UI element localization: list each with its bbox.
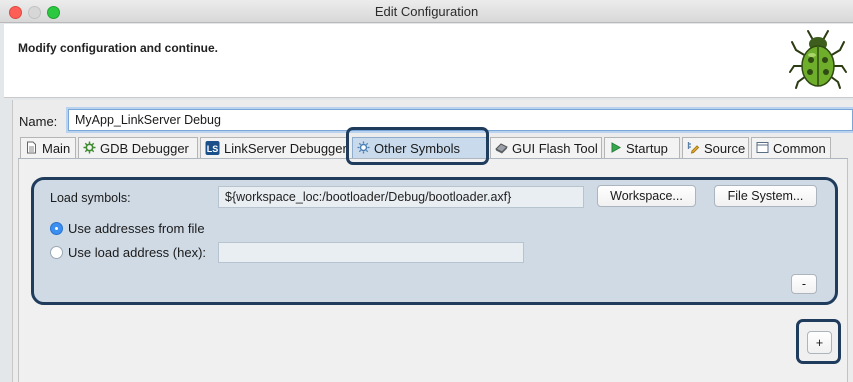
radio-use-addresses-from-file[interactable]: Use addresses from file: [50, 221, 205, 236]
document-icon: [27, 141, 36, 154]
file-system-button[interactable]: File System...: [714, 185, 817, 207]
symbol-path-input[interactable]: ${workspace_loc:/bootloader/Debug/bootlo…: [218, 186, 584, 208]
radio-label: Use load address (hex):: [68, 245, 207, 260]
tab-label: GUI Flash Tool: [512, 141, 598, 156]
bug-gear-icon: [83, 141, 96, 154]
dialog-header: [4, 24, 853, 98]
ls-badge-icon: LS: [205, 141, 220, 155]
tab-source[interactable]: Source: [682, 137, 749, 159]
tab-label: LinkServer Debugger: [224, 141, 347, 156]
radio-unselected-indicator[interactable]: [50, 246, 63, 259]
tab-linkserver-debugger[interactable]: LS LinkServer Debugger: [200, 137, 347, 159]
radio-selected-indicator[interactable]: [50, 222, 63, 235]
load-address-input[interactable]: [218, 242, 524, 263]
tab-gdb-debugger[interactable]: GDB Debugger: [78, 137, 198, 159]
chip-icon: [495, 143, 508, 154]
workspace-button[interactable]: Workspace...: [597, 185, 696, 207]
radio-use-load-address[interactable]: Use load address (hex):: [50, 245, 206, 260]
window-title: Edit Configuration: [374, 4, 479, 19]
remove-symbols-button[interactable]: -: [791, 274, 817, 294]
other-symbols-tab-highlight: [346, 127, 489, 165]
tab-label: Startup: [626, 141, 668, 156]
tab-label: Source: [704, 141, 746, 156]
tab-startup[interactable]: Startup: [604, 137, 680, 159]
tab-main[interactable]: Main: [20, 137, 76, 159]
window-icon: [756, 142, 769, 153]
tab-gui-flash-tool[interactable]: GUI Flash Tool: [490, 137, 602, 159]
debug-bug-icon: [789, 30, 847, 89]
ls-badge-text: LS: [207, 144, 219, 154]
play-icon: [611, 142, 622, 153]
name-label: Name:: [19, 114, 58, 129]
radio-label: Use addresses from file: [68, 221, 205, 236]
tab-label: GDB Debugger: [100, 141, 189, 156]
load-symbols-label: Load symbols:: [50, 191, 131, 205]
header-message: Modify configuration and continue.: [18, 41, 218, 55]
add-button-highlight: [796, 319, 841, 364]
tab-label: Main: [42, 141, 71, 156]
source-lookup-icon: [687, 142, 700, 154]
tab-common[interactable]: Common: [751, 137, 831, 159]
tab-label: Common: [773, 141, 826, 156]
